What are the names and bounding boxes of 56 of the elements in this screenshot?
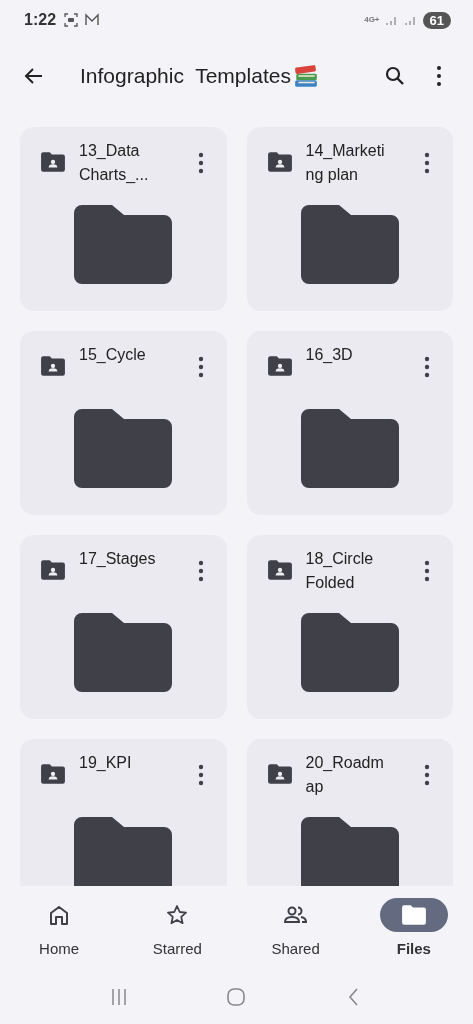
more-icon — [437, 66, 441, 86]
folder-name: 19_KPI — [79, 753, 133, 773]
folder-icon — [74, 205, 173, 284]
folder-card[interactable]: 15_Cycle — [20, 331, 227, 515]
signal-icon — [403, 14, 418, 26]
folder-icon — [74, 409, 173, 488]
folder-name: 13_Data Charts_... — [79, 141, 150, 185]
status-time: 1:22 — [24, 11, 57, 29]
books-icon — [292, 64, 319, 88]
more-icon — [423, 559, 431, 583]
folder-icon — [400, 904, 427, 926]
folder-card[interactable]: 18_Circle Folded — [246, 535, 453, 719]
folder-card[interactable]: 16_3D — [246, 331, 453, 515]
nav-tab[interactable]: Starred — [118, 886, 237, 970]
folder-icon — [300, 409, 399, 488]
folder-icon — [300, 205, 399, 284]
shared-folder-icon — [40, 355, 66, 377]
folder-icon — [74, 613, 173, 692]
shared-folder-icon — [266, 151, 293, 173]
battery-level: 61 — [422, 11, 451, 29]
mail-icon — [84, 12, 101, 28]
more-icon — [423, 151, 431, 175]
nav-tab[interactable]: Home — [0, 886, 119, 970]
folder-card[interactable]: 13_Data Charts_... — [20, 127, 227, 311]
screenshot-icon — [63, 12, 80, 28]
more-icon — [196, 763, 205, 787]
more-icon — [423, 763, 431, 787]
folder-card[interactable]: 20_Roadm ap — [246, 739, 453, 886]
shared-folder-icon — [266, 763, 293, 785]
network-type: 4G+ — [364, 16, 380, 24]
folder-name: 20_Roadm ap — [305, 753, 385, 797]
shared-folder-icon — [266, 355, 293, 377]
nav-tab[interactable]: Shared — [236, 886, 355, 970]
folder-icon — [300, 817, 399, 886]
shared-folder-icon — [266, 559, 293, 581]
folder-card[interactable]: 17_Stages — [20, 535, 227, 719]
folder-card[interactable]: 14_Marketi ng plan — [246, 127, 453, 311]
folder-name: 17_Stages — [79, 549, 157, 569]
nav-tab[interactable]: Files — [354, 886, 473, 970]
folder-name: 14_Marketi ng plan — [305, 141, 386, 185]
folder-card[interactable]: 19_KPI — [20, 739, 227, 886]
folder-icon — [74, 817, 173, 886]
shared-folder-icon — [40, 559, 66, 581]
folder-name: 16_3D — [305, 345, 354, 365]
more-icon — [196, 355, 205, 379]
signal-icon — [384, 14, 399, 26]
more-icon — [196, 559, 205, 583]
folder-name: 15_Cycle — [79, 345, 147, 365]
folder-icon — [300, 613, 399, 692]
folder-title: Infographic Templates — [80, 64, 291, 88]
star-icon — [165, 903, 190, 927]
folder-name: 18_Circle Folded — [305, 549, 375, 593]
more-icon — [196, 151, 205, 175]
more-icon — [423, 355, 431, 379]
shared-folder-icon — [40, 763, 66, 785]
shared-folder-icon — [40, 151, 66, 173]
